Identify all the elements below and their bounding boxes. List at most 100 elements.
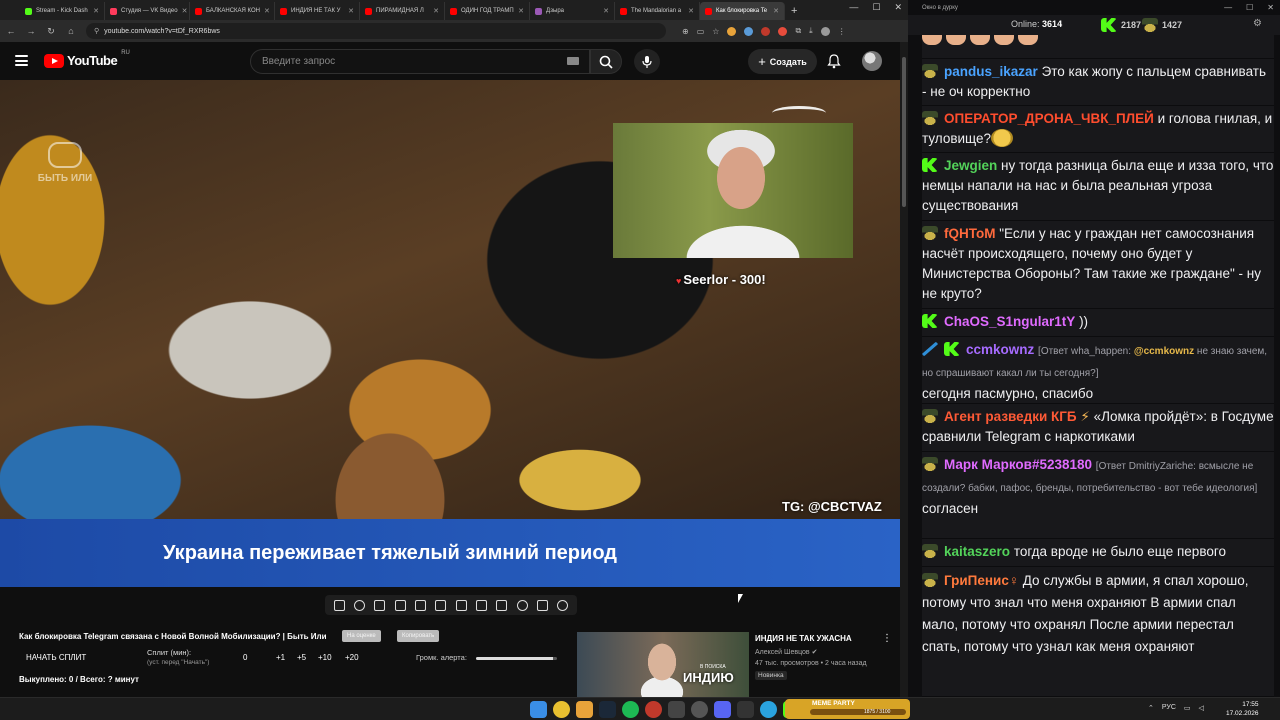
flask-icon[interactable] [536,599,548,611]
reply-mention[interactable]: @ccmkownz [1134,346,1194,357]
maximize-icon[interactable]: ☐ [1246,3,1253,12]
alert-volume-slider[interactable] [476,657,557,660]
voice-search-button[interactable] [634,49,660,74]
steam-icon[interactable] [599,701,616,718]
chat-username[interactable]: ccmkownz [966,342,1034,357]
chat-username[interactable]: kaitaszero [944,544,1010,559]
forward-icon[interactable]: → [26,26,36,36]
close-icon[interactable]: ✕ [93,7,99,15]
browser-tab[interactable]: Студия — VK Видео ✕ [105,2,190,20]
app-icon[interactable] [645,701,662,718]
browser-tab[interactable]: ОДИН ГОД ТРАМП ✕ [445,2,530,20]
extension-icon[interactable] [761,26,771,36]
zoom-icon[interactable]: ⊕ [682,27,689,36]
minimize-icon[interactable]: — [1224,3,1232,12]
extensions-puzzle-icon[interactable]: ⧉ [795,26,801,36]
browser-tab[interactable]: ПИРАМИДНАЯ Л ✕ [360,2,445,20]
extension-icon[interactable] [744,26,754,36]
start-windows-icon[interactable] [530,701,547,718]
volume-icon[interactable]: ◁ [1199,704,1204,712]
chat-username[interactable]: ChaOS_S1ngular1tY [944,314,1075,329]
clapperboard-icon[interactable] [394,599,406,611]
chat-username[interactable]: ОПЕРАТОР_ДРОНА_ЧВК_ПЛЕЙ [944,111,1154,126]
tray-chevron-icon[interactable]: ⌃ [1148,704,1154,712]
url-field[interactable]: ⚲ youtube.com/watch?v=tDf_RXR6bws [86,23,666,39]
start-split-button[interactable]: НАЧАТЬ СПЛИТ [26,653,86,662]
spotify-icon[interactable] [622,701,639,718]
screenshot-camera-icon[interactable] [496,599,508,611]
home-icon[interactable]: ⌂ [66,26,76,36]
chat-username[interactable]: Марк Марков#5238180 [944,457,1092,472]
telegram-icon[interactable] [760,701,777,718]
chat-username[interactable]: Агент разведки КГБ [944,409,1077,424]
cast-icon[interactable]: ▭ [697,27,705,36]
browser-tab[interactable]: The Mandalorian a ✕ [615,2,700,20]
new-tab-button[interactable]: + [785,2,803,20]
back-icon[interactable]: ← [6,26,16,36]
chat-username[interactable]: pandus_ikazar [944,64,1038,79]
gear-icon[interactable] [557,599,569,611]
extension-icon[interactable] [778,26,788,36]
page-scrollbar[interactable] [900,42,908,697]
speed-gauge-icon[interactable] [516,599,528,611]
chrome-icon[interactable] [553,701,570,718]
bookmark-star-icon[interactable]: ☆ [712,27,719,36]
network-icon[interactable]: ▭ [1184,704,1191,712]
close-window-icon[interactable]: ✕ [1267,3,1274,12]
youtube-logo[interactable]: YouTube RU [44,50,130,68]
create-button[interactable]: + Создать [748,49,817,74]
file-explorer-icon[interactable] [576,701,593,718]
copy-pill[interactable]: Копировать [397,630,440,642]
split-add-1-button[interactable]: +1 [276,653,285,662]
close-icon[interactable]: ✕ [182,7,188,15]
subtitles-icon[interactable] [435,599,447,611]
maximize-icon[interactable]: ☐ [872,2,880,13]
browser-tab[interactable]: БАЛКАНСКАЯ КОН ✕ [190,2,275,20]
account-avatar[interactable] [862,51,882,71]
close-icon[interactable]: ✕ [688,7,694,15]
recommendation-channel[interactable]: Алексей Шевцов ✔ [755,648,817,656]
download-icon[interactable]: ⤓ [809,26,813,36]
more-options-icon[interactable]: ⋮ [882,633,892,644]
app-icon[interactable] [691,701,708,718]
broadcast-icon[interactable] [353,599,365,611]
hamburger-menu-icon[interactable] [15,55,28,66]
chat-settings-gear-icon[interactable]: ⚙ [1253,18,1262,29]
view-settings-icon[interactable] [374,599,386,611]
chat-username[interactable]: Jewgien [944,158,997,173]
app-icon[interactable] [737,701,754,718]
rating-pill[interactable]: На оценке [342,630,381,642]
browser-menu-icon[interactable]: ⋮ [838,27,846,36]
close-icon[interactable]: ✕ [433,7,439,15]
chat-username[interactable]: ГриПенис♀ [944,573,1019,588]
picture-in-picture-icon[interactable] [414,599,426,611]
close-window-icon[interactable]: ✕ [894,2,902,13]
app-icon[interactable] [714,701,731,718]
notifications-bell-icon[interactable] [827,54,841,69]
loop-icon[interactable] [333,599,345,611]
recommendation-title[interactable]: ИНДИЯ НЕ ТАК УЖАСНА [755,634,852,643]
close-icon[interactable]: ✕ [773,7,779,15]
search-button[interactable] [590,49,622,74]
extension-icon[interactable] [727,26,737,36]
minimize-icon[interactable]: — [849,2,858,13]
chat-username[interactable]: fQHToM [944,226,995,241]
site-info-icon[interactable]: ⚲ [94,27,99,35]
split-add-5-button[interactable]: +5 [297,653,306,662]
search-input[interactable]: Введите запрос [250,49,590,74]
language-indicator[interactable]: РУС [1162,704,1176,712]
add-clip-icon[interactable] [475,599,487,611]
close-icon[interactable]: ✕ [348,7,354,15]
keyboard-icon[interactable] [567,57,579,65]
split-add-10-button[interactable]: +10 [318,653,332,662]
profile-icon[interactable] [820,26,830,36]
close-icon[interactable]: ✕ [518,7,524,15]
chat-scrollbar[interactable] [1274,35,1280,697]
close-icon[interactable]: ✕ [264,7,270,15]
video-player[interactable]: БЫТЬ ИЛИ ♥ Seerlor - 300! TG: @CBCTVAZ Ук… [0,80,900,587]
browser-tab-active[interactable]: Как блокировка Te ✕ [700,2,785,20]
clock[interactable]: 17:55 17.02.2026 [1226,700,1259,718]
browser-tab[interactable]: Дзырa ✕ [530,2,615,20]
close-icon[interactable]: ✕ [603,7,609,15]
reload-icon[interactable]: ↻ [46,26,56,37]
